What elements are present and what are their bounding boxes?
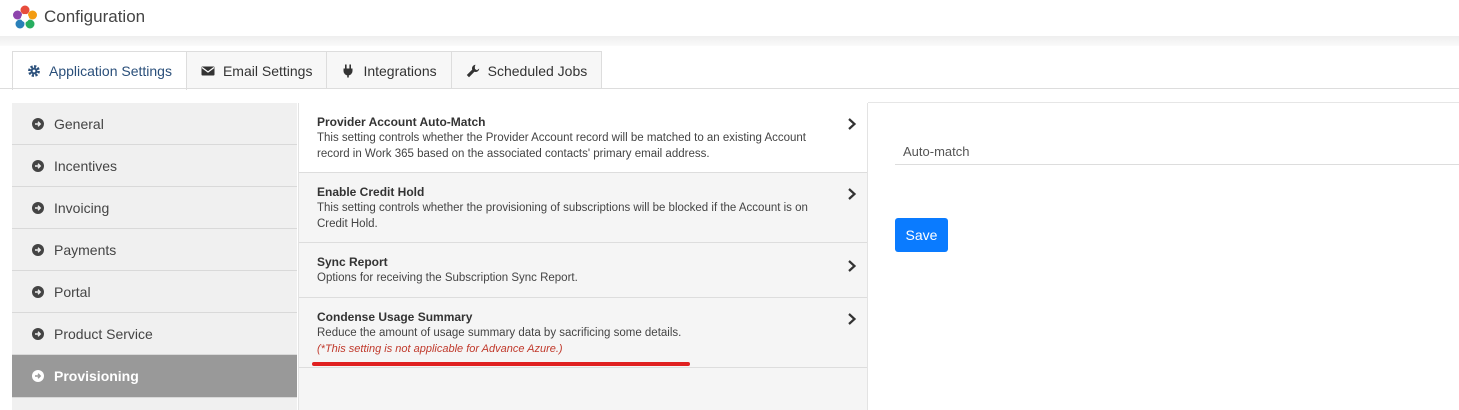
arrow-circle-icon <box>32 201 44 214</box>
setting-description: Reduce the amount of usage summary data … <box>317 327 682 339</box>
tab-integrations[interactable]: Integrations <box>327 51 452 89</box>
chevron-right-icon <box>848 118 857 130</box>
sidebar-item-incentives[interactable]: Incentives <box>12 145 297 187</box>
settings-tabs: Application Settings Email Settings Inte… <box>12 51 603 90</box>
tab-label: Application Settings <box>49 63 172 79</box>
chevron-right-icon <box>848 313 857 325</box>
header-shadow <box>0 36 1459 46</box>
tabs-divider <box>0 88 1459 89</box>
sidebar-item-label: Product Service <box>54 325 153 342</box>
auto-match-select[interactable]: Auto-match <box>895 138 1459 165</box>
save-button[interactable]: Save <box>895 218 948 252</box>
sidebar-item-label: Payments <box>54 241 117 258</box>
settings-sidebar: General Incentives Invoicing Payments Po… <box>12 103 297 410</box>
tab-email-settings[interactable]: Email Settings <box>186 51 328 89</box>
sidebar-item-product-service[interactable]: Product Service <box>12 313 297 355</box>
arrow-circle-icon <box>32 370 44 382</box>
arrow-circle-icon <box>32 117 44 130</box>
tab-scheduled-jobs[interactable]: Scheduled Jobs <box>451 51 603 89</box>
setting-note: (*This setting is not applicable for Adv… <box>317 343 563 355</box>
wrench-icon <box>466 64 479 77</box>
setting-title: Condense Usage Summary <box>317 310 473 324</box>
arrow-circle-icon <box>32 285 44 298</box>
chevron-right-icon <box>848 188 857 200</box>
setting-enable-credit-hold[interactable]: Enable Credit Hold This setting controls… <box>299 172 867 243</box>
sidebar-item-label: Portal <box>54 283 91 300</box>
tab-application-settings[interactable]: Application Settings <box>12 51 187 90</box>
setting-description: This setting controls whether the provis… <box>317 202 808 230</box>
plug-icon <box>343 64 353 77</box>
sidebar-item-general[interactable]: General <box>12 103 297 145</box>
gear-icon <box>28 65 40 77</box>
sidebar-item-label: Invoicing <box>54 199 110 216</box>
arrow-circle-icon <box>32 327 44 340</box>
setting-description: Options for receiving the Subscription S… <box>317 272 578 284</box>
chevron-right-icon <box>848 260 857 272</box>
top-bar: Configuration <box>0 0 1459 36</box>
setting-description: This setting controls whether the Provid… <box>317 132 807 160</box>
sidebar-item-label: Provisioning <box>54 368 139 384</box>
setting-condense-usage-summary[interactable]: Condense Usage Summary Reduce the amount… <box>299 298 867 368</box>
sidebar-item-provisioning[interactable]: Provisioning <box>12 355 297 398</box>
setting-title: Sync Report <box>317 255 388 269</box>
detail-top-divider <box>868 102 1459 103</box>
red-annotation-underline <box>312 362 690 366</box>
tab-label: Integrations <box>363 62 437 79</box>
app-logo-icon <box>13 5 37 29</box>
sidebar-item-portal[interactable]: Portal <box>12 271 297 313</box>
arrow-circle-icon <box>32 159 44 172</box>
sidebar-item-label: Incentives <box>54 157 118 174</box>
setting-sync-report[interactable]: Sync Report Options for receiving the Su… <box>299 243 867 298</box>
setting-title: Enable Credit Hold <box>317 185 425 199</box>
tab-label: Scheduled Jobs <box>487 62 588 79</box>
sidebar-item-payments[interactable]: Payments <box>12 229 297 271</box>
tab-label: Email Settings <box>222 62 313 79</box>
arrow-circle-icon <box>32 243 44 256</box>
page-title: Configuration <box>44 7 146 26</box>
setting-title: Provider Account Auto-Match <box>317 115 486 129</box>
sidebar-item-label: General <box>54 115 104 132</box>
setting-provider-account-auto-match[interactable]: Provider Account Auto-Match This setting… <box>299 103 867 172</box>
sidebar-item-invoicing[interactable]: Invoicing <box>12 187 297 229</box>
envelope-icon <box>201 66 215 75</box>
